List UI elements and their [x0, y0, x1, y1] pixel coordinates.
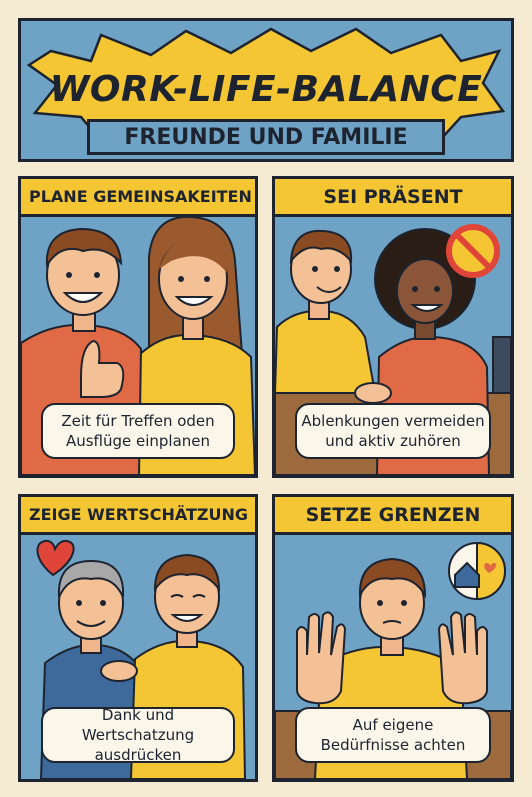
caption-line-2: Wertschatzung ausdrücken — [81, 725, 195, 765]
panel-heading-bar: SETZE GRENZEN — [275, 497, 511, 535]
caption-line-2: und aktiv zuhören — [325, 432, 461, 450]
caption-line-2: Bedürfnisse achten — [320, 736, 466, 754]
panel-be-present: SEI PRÄSENT Ablenkungen vermeiden und ak… — [272, 176, 514, 478]
raised-hand-left — [296, 611, 347, 705]
panel-caption: Zeit für Treffen oden Ausflüge einplanen — [41, 403, 235, 459]
header-banner: WORK-LIFE-BALANCE FREUNDE UND FAMILIE — [18, 18, 514, 162]
panel-heading-bar: SEI PRÄSENT — [275, 179, 511, 217]
caption-line-1: Dank und — [101, 705, 175, 724]
panel-caption: Auf eigene Bedürfnisse achten — [295, 707, 491, 763]
panel-heading: SETZE GRENZEN — [305, 503, 481, 526]
panel-heading: PLANE GEMEINSAKEITEN — [29, 187, 252, 206]
work-home-icon — [448, 541, 506, 601]
panel-heading: SEI PRÄSENT — [323, 185, 463, 208]
raised-hand-right — [437, 611, 488, 705]
panel-show-appreciation: ZEIGE WERTSCHÄTZUNG Dank und Wertschatzu… — [18, 494, 258, 782]
panel-heading: ZEIGE WERTSCHÄTZUNG — [29, 505, 249, 524]
panel-heading-bar: ZEIGE WERTSCHÄTZUNG — [21, 497, 255, 535]
caption-line-1: Auf eigene — [352, 715, 434, 734]
panel-plan-activities: PLANE GEMEINSAKEITEN Zeit für Treffen od… — [18, 176, 258, 478]
panel-heading-bar: PLANE GEMEINSAKEITEN — [21, 179, 255, 217]
caption-line-1: Ablenkungen vermeiden — [301, 411, 485, 430]
panel-illustration: Zeit für Treffen oden Ausflüge einplanen — [21, 217, 255, 475]
page-subtitle: FREUNDE UND FAMILIE — [124, 124, 408, 150]
subtitle-box: FREUNDE UND FAMILIE — [87, 119, 445, 155]
panel-caption: Ablenkungen vermeiden und aktiv zuhören — [295, 403, 491, 459]
panel-illustration: Ablenkungen vermeiden und aktiv zuhören — [275, 217, 511, 475]
page-title: WORK-LIFE-BALANCE — [49, 69, 483, 110]
caption-line-2: Ausflüge einplanen — [65, 432, 211, 450]
panel-illustration: Dank und Wertschatzung ausdrücken — [21, 535, 255, 779]
panel-caption: Dank und Wertschatzung ausdrücken — [41, 705, 235, 765]
panel-set-boundaries: SETZE GRENZEN Auf eigene Bedürfnisse ach… — [272, 494, 514, 782]
caption-line-1: Zeit für Treffen oden — [61, 411, 215, 430]
panel-illustration: Auf eigene Bedürfnisse achten — [275, 535, 511, 779]
